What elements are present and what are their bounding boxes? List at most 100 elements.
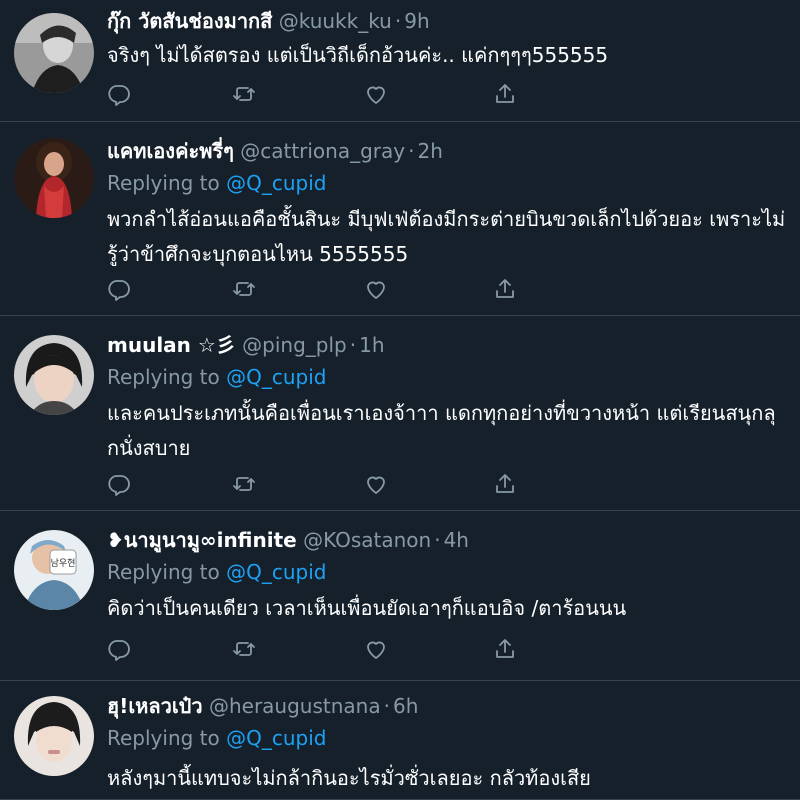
- avatar-image: 남우현: [14, 530, 94, 610]
- reply-button[interactable]: [107, 472, 133, 498]
- retweet-icon: [233, 477, 255, 491]
- display-name[interactable]: ฮุ!เหลวเป๋ว: [107, 694, 203, 718]
- tweet-text: คิดว่าเป็นคนเดียว เวลาเห็นเพื่อนยัดเอาๆก…: [107, 591, 800, 626]
- reply-button[interactable]: [107, 637, 133, 663]
- tweet-actions: [107, 277, 527, 303]
- retweet-icon: [233, 87, 255, 101]
- tweet[interactable]: muulan ☆彡 @ping_plp · 1h Replying to @Q_cu…: [0, 316, 800, 511]
- reply-mention[interactable]: @Q_cupid: [226, 365, 326, 389]
- tweet-text-line: รู้ว่าข้าศึกจะบุกตอนไหน 5555555: [107, 242, 409, 266]
- display-name[interactable]: ❥นามูนามู∞infinite: [107, 528, 297, 552]
- tweet-text-line: และคนประเภทนั้นคือเพื่อนเราเองจ้าาา แดกท…: [107, 401, 776, 425]
- separator-dot: ·: [408, 139, 415, 163]
- user-handle[interactable]: @kuukk_ku: [279, 9, 392, 33]
- replying-label: Replying to: [107, 726, 220, 750]
- share-icon: [496, 84, 514, 103]
- avatar-image: [14, 138, 94, 218]
- share-button[interactable]: [493, 82, 519, 108]
- like-button[interactable]: [364, 637, 390, 663]
- svg-text:남우현: 남우현: [51, 558, 76, 569]
- reply-icon: [108, 475, 130, 496]
- tweet-text: พวกลำไส้อ่อนแอคือชั้นสินะ มีบุฟเฟ่ต้องมี…: [107, 202, 800, 272]
- avatar[interactable]: [14, 335, 94, 415]
- reply-icon: [108, 640, 130, 661]
- timestamp[interactable]: 2h: [417, 139, 442, 163]
- display-name[interactable]: กุ๊ก วัตสันช่องมากสี: [107, 9, 272, 33]
- reply-mention[interactable]: @Q_cupid: [226, 560, 326, 584]
- timestamp[interactable]: 6h: [393, 694, 418, 718]
- tweet[interactable]: แคทเองค่ะพรี่ๆ @cattriona_gray · 2h Replyi…: [0, 122, 800, 316]
- tweet-text: จริงๆ ไม่ได้สตรอง แต่เป็นวิถีเด็กอ้วนค่ะ…: [107, 38, 800, 73]
- share-icon: [496, 474, 514, 493]
- replying-label: Replying to: [107, 171, 220, 195]
- share-icon: [496, 279, 514, 298]
- tweet-text-line: คิดว่าเป็นคนเดียว เวลาเห็นเพื่อนยัดเอาๆก…: [107, 596, 627, 620]
- timestamp[interactable]: 4h: [444, 528, 469, 552]
- replying-to: Replying to @Q_cupid: [107, 558, 327, 586]
- tweet-actions: [107, 637, 527, 663]
- reply-icon: [108, 280, 130, 301]
- user-handle[interactable]: @heraugustnana: [209, 694, 381, 718]
- tweet-text: หลังๆมานี้แทบจะไม่กล้ากินอะไรมั่วซั่วเลย…: [107, 761, 800, 796]
- tweet-actions: [107, 82, 527, 108]
- like-icon: [367, 476, 385, 494]
- like-button[interactable]: [364, 472, 390, 498]
- reply-button[interactable]: [107, 82, 133, 108]
- display-name[interactable]: แคทเองค่ะพรี่ๆ: [107, 139, 234, 163]
- share-button[interactable]: [493, 277, 519, 303]
- user-handle[interactable]: @cattriona_gray: [240, 139, 405, 163]
- separator-dot: ·: [434, 528, 441, 552]
- share-button[interactable]: [493, 472, 519, 498]
- replying-label: Replying to: [107, 365, 220, 389]
- retweet-button[interactable]: [232, 277, 258, 303]
- share-button[interactable]: [493, 637, 519, 663]
- retweet-icon: [233, 642, 255, 656]
- like-button[interactable]: [364, 277, 390, 303]
- avatar-image: [14, 696, 94, 776]
- avatar[interactable]: [14, 13, 94, 93]
- tweet-text-line: พวกลำไส้อ่อนแอคือชั้นสินะ มีบุฟเฟ่ต้องมี…: [107, 207, 786, 231]
- avatar[interactable]: 남우현: [14, 530, 94, 610]
- tweet-text-line: หลังๆมานี้แทบจะไม่กล้ากินอะไรมั่วซั่วเลย…: [107, 766, 591, 790]
- reply-mention[interactable]: @Q_cupid: [226, 726, 326, 750]
- tweet-text: และคนประเภทนั้นคือเพื่อนเราเองจ้าาา แดกท…: [107, 396, 800, 466]
- tweet-actions: [107, 472, 527, 498]
- separator-dot: ·: [394, 9, 402, 33]
- tweet-text-line: จริงๆ ไม่ได้สตรอง แต่เป็นวิถีเด็กอ้วนค่ะ…: [107, 43, 609, 67]
- retweet-button[interactable]: [232, 637, 258, 663]
- timestamp[interactable]: 1h: [359, 333, 384, 357]
- share-icon: [496, 639, 514, 658]
- avatar-image: [14, 13, 94, 93]
- avatar-image: [14, 335, 94, 415]
- tweet-header: muulan ☆彡 @ping_plp · 1h: [107, 330, 800, 360]
- retweet-icon: [233, 282, 255, 296]
- reply-icon: [108, 85, 130, 106]
- tweet-header: กุ๊ก วัตสันช่องมากสี @kuukk_ku · 9h: [107, 6, 800, 36]
- tweet[interactable]: ฮุ!เหลวเป๋ว @heraugustnana · 6h Replying t…: [0, 681, 800, 800]
- retweet-button[interactable]: [232, 82, 258, 108]
- reply-mention[interactable]: @Q_cupid: [226, 171, 326, 195]
- retweet-button[interactable]: [232, 472, 258, 498]
- tweet-header: ❥นามูนามู∞infinite @KOsatanon · 4h: [107, 525, 800, 555]
- separator-dot: ·: [383, 694, 390, 718]
- replying-to: Replying to @Q_cupid: [107, 363, 327, 391]
- tweet-header: แคทเองค่ะพรี่ๆ @cattriona_gray · 2h: [107, 136, 800, 166]
- tweet[interactable]: 남우현 ❥นามูนามู∞infinite @KOsatanon · 4h Rep…: [0, 511, 800, 681]
- reply-button[interactable]: [107, 277, 133, 303]
- avatar[interactable]: [14, 696, 94, 776]
- tweet[interactable]: กุ๊ก วัตสันช่องมากสี @kuukk_ku · 9h จริงๆ …: [0, 0, 800, 122]
- display-name[interactable]: muulan ☆彡: [107, 333, 236, 357]
- avatar[interactable]: [14, 138, 94, 218]
- replying-to: Replying to @Q_cupid: [107, 169, 327, 197]
- replying-to: Replying to @Q_cupid: [107, 724, 327, 752]
- replying-label: Replying to: [107, 560, 220, 584]
- like-icon: [367, 281, 385, 299]
- like-icon: [367, 86, 385, 104]
- tweet-text-line: กนั่งสบาย: [107, 436, 191, 460]
- timestamp[interactable]: 9h: [404, 9, 429, 33]
- like-button[interactable]: [364, 82, 390, 108]
- user-handle[interactable]: @ping_plp: [242, 333, 347, 357]
- user-handle[interactable]: @KOsatanon: [303, 528, 431, 552]
- tweet-header: ฮุ!เหลวเป๋ว @heraugustnana · 6h: [107, 691, 800, 721]
- like-icon: [367, 641, 385, 659]
